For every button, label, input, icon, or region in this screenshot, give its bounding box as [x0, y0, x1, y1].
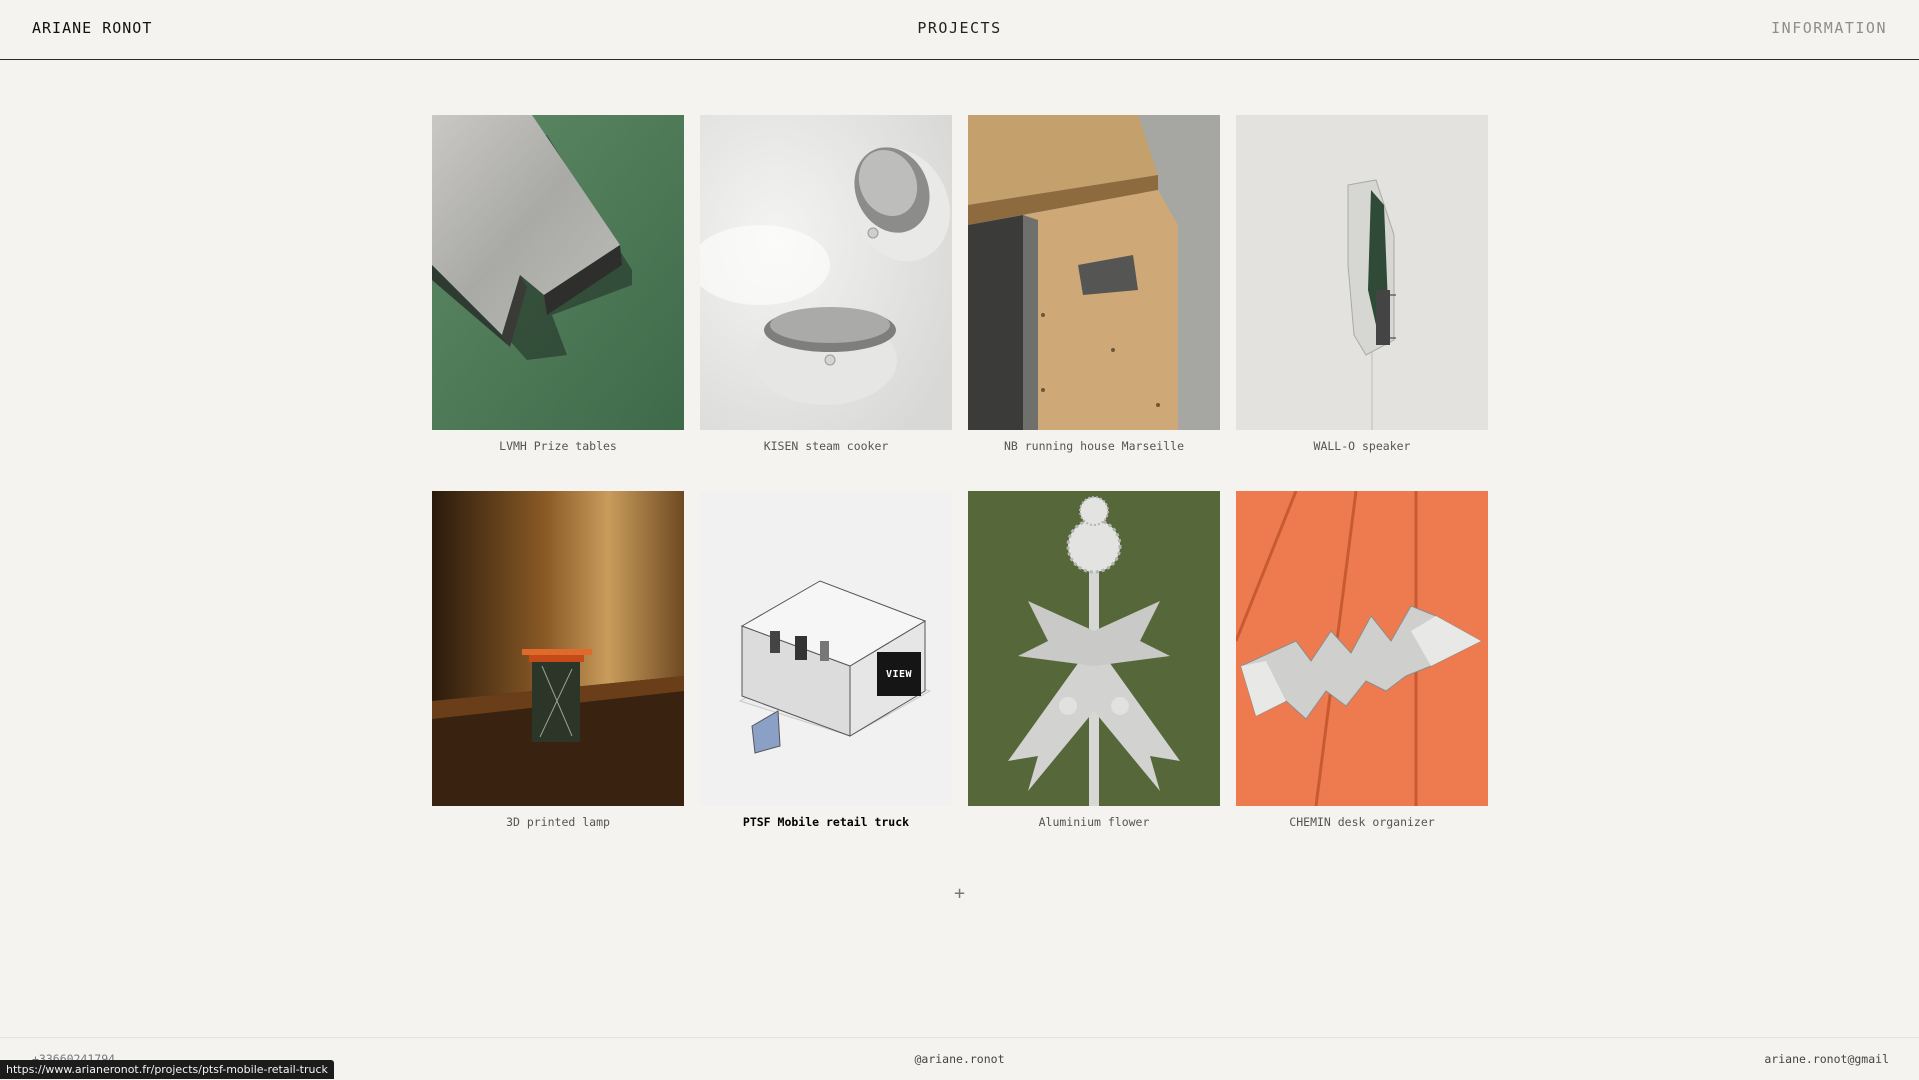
- browser-status-url: https://www.arianeronot.fr/projects/ptsf…: [0, 1060, 334, 1079]
- project-card-3d-printed-lamp[interactable]: 3D printed lamp: [432, 491, 684, 829]
- project-image-3d-printed-lamp: [432, 491, 684, 806]
- project-card-wall-o-speaker[interactable]: WALL-O speaker: [1236, 115, 1488, 453]
- project-title: NB running house Marseille: [1003, 439, 1184, 453]
- instagram-link[interactable]: @ariane.ronot: [914, 1052, 1004, 1066]
- site-header: ARIANE RONOT PROJECTS INFORMATION: [0, 0, 1919, 60]
- project-card-lvmh-prize-tables[interactable]: LVMH Prize tables: [432, 115, 684, 453]
- project-title: Aluminium flower: [1038, 815, 1150, 829]
- project-card-ptsf-mobile-retail-truck[interactable]: VIEW PTSF Mobile retail truck: [700, 491, 952, 829]
- project-title: PTSF Mobile retail truck: [742, 815, 910, 829]
- nav-projects-wrapper: PROJECTS: [0, 19, 1919, 37]
- project-image-ptsf-mobile-retail-truck: VIEW: [700, 491, 952, 806]
- project-image-lvmh-prize-tables: [432, 115, 684, 430]
- project-card-nb-running-house[interactable]: NB running house Marseille: [968, 115, 1220, 453]
- load-more-wrapper: +: [0, 883, 1919, 904]
- project-card-chemin-desk-organizer[interactable]: CHEMIN desk organizer: [1236, 491, 1488, 829]
- project-title: LVMH Prize tables: [499, 439, 617, 453]
- project-title: 3D printed lamp: [506, 815, 610, 829]
- project-title: CHEMIN desk organizer: [1289, 815, 1435, 829]
- site-logo-link[interactable]: ARIANE RONOT: [32, 19, 152, 37]
- project-title: WALL-O speaker: [1313, 439, 1411, 453]
- project-image-nb-running-house: [968, 115, 1220, 430]
- nav-information-link[interactable]: INFORMATION: [1771, 19, 1887, 37]
- project-image-chemin-desk-organizer: [1236, 491, 1488, 806]
- project-image-wall-o-speaker: [1236, 115, 1488, 430]
- load-more-button[interactable]: +: [954, 883, 965, 904]
- project-image-aluminium-flower: [968, 491, 1220, 806]
- nav-projects-link[interactable]: PROJECTS: [917, 19, 1001, 37]
- project-card-kisen-steam-cooker[interactable]: KISEN steam cooker: [700, 115, 952, 453]
- view-project-button[interactable]: VIEW: [877, 652, 921, 696]
- email-link[interactable]: ariane.ronot@gmail: [1764, 1052, 1889, 1066]
- project-title: KISEN steam cooker: [763, 439, 889, 453]
- project-card-aluminium-flower[interactable]: Aluminium flower: [968, 491, 1220, 829]
- project-image-kisen-steam-cooker: [700, 115, 952, 430]
